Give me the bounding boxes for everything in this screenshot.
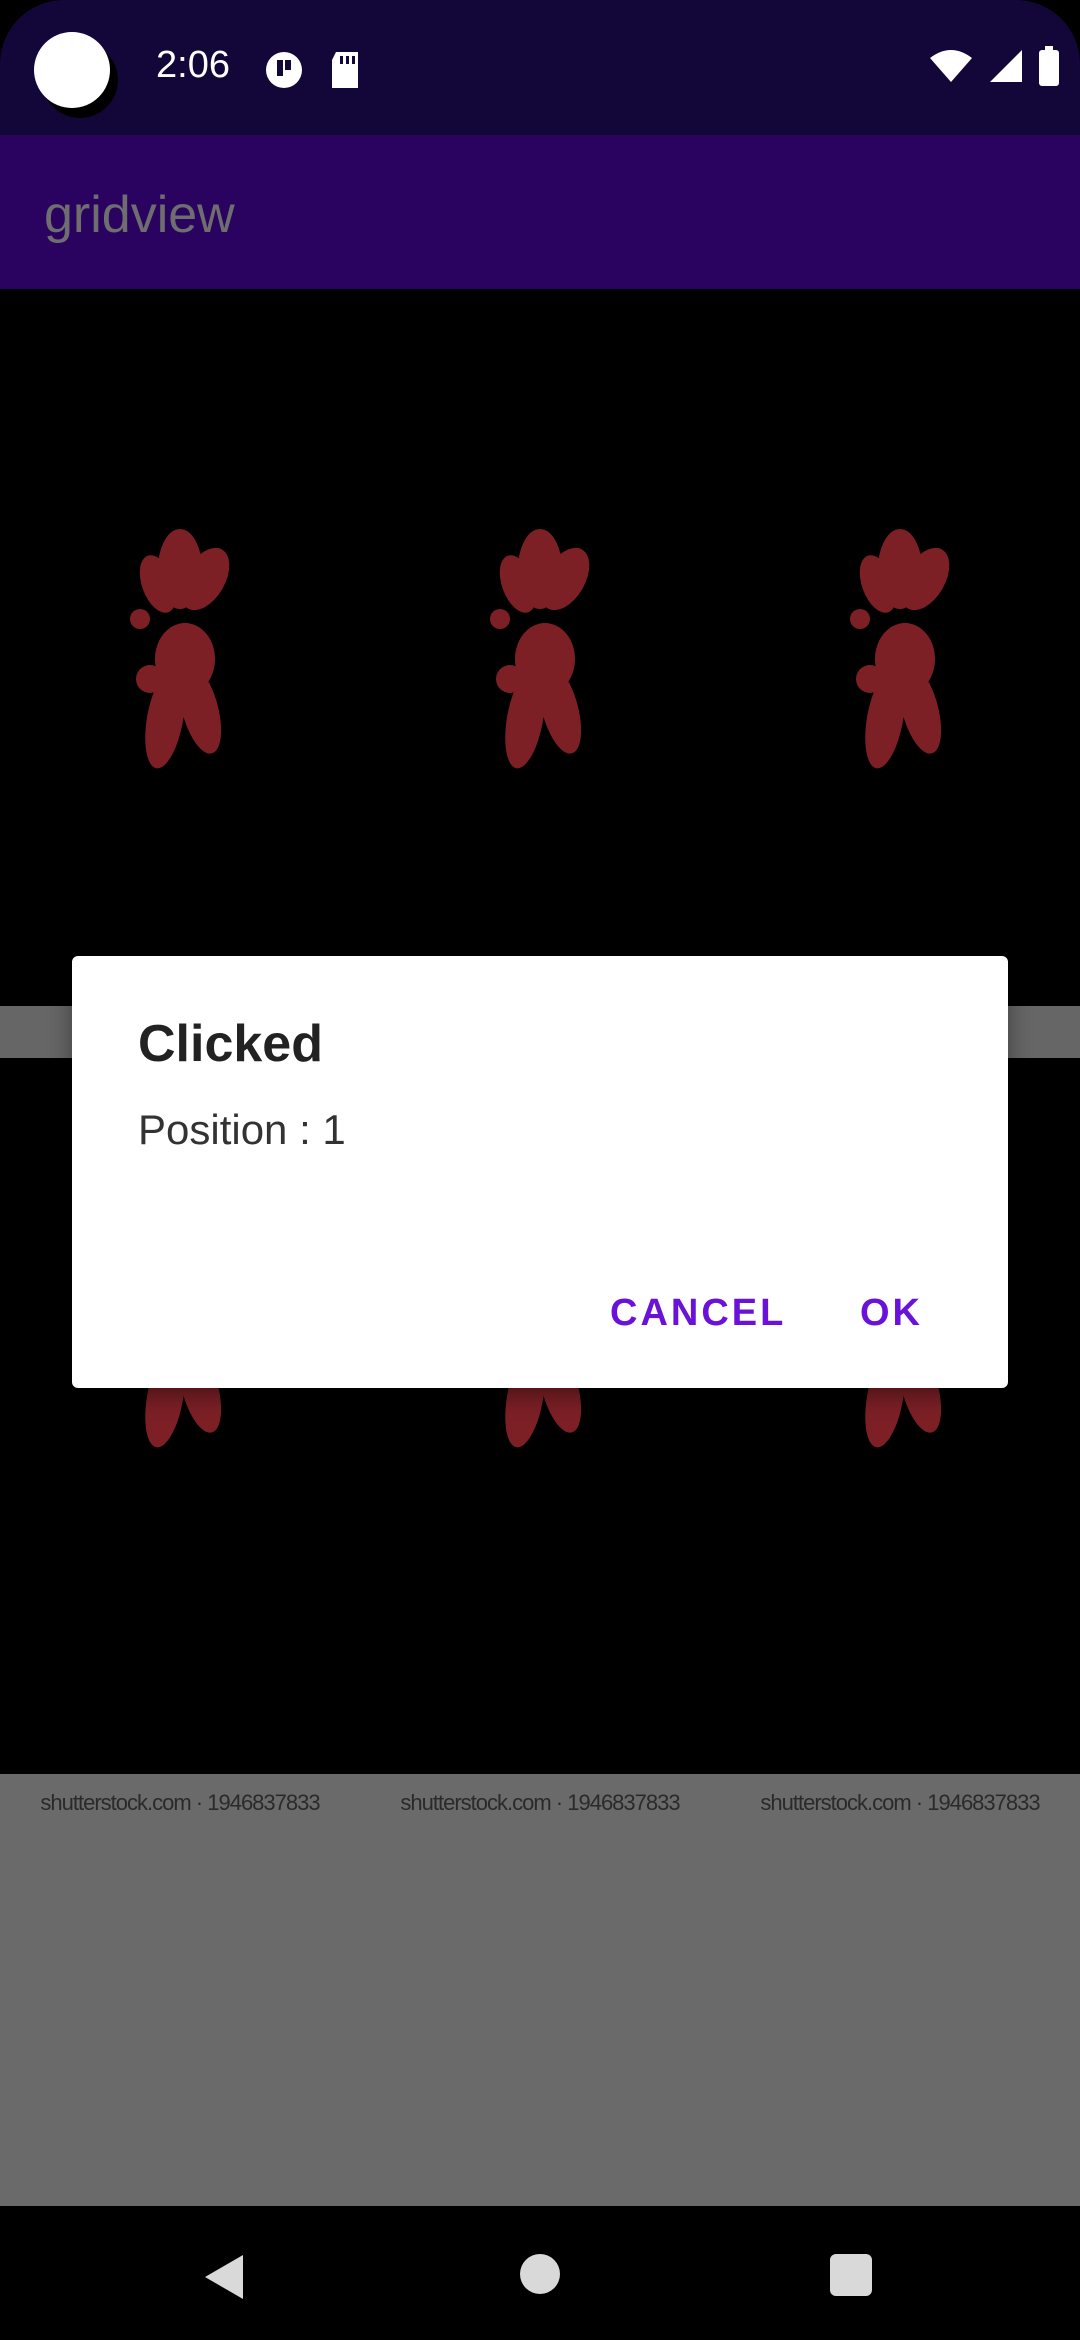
flower-image xyxy=(490,529,590,769)
watermark-text: shutterstock.com · 1946837833 xyxy=(40,1790,320,1815)
home-icon[interactable] xyxy=(520,2254,560,2294)
camera-cutout xyxy=(34,32,110,108)
grid-footer-band xyxy=(0,1774,1080,2206)
grid-item-1[interactable] xyxy=(360,289,720,989)
ok-button[interactable]: OK xyxy=(852,1286,931,1341)
dialog-title: Clicked xyxy=(138,1015,323,1073)
app-title: gridview xyxy=(44,186,235,244)
wifi-icon xyxy=(930,50,972,82)
status-icons-right xyxy=(928,46,1060,86)
sd-card-icon xyxy=(332,52,358,88)
watermark-text: shutterstock.com · 1946837833 xyxy=(400,1790,680,1815)
grid-item-0[interactable] xyxy=(0,289,360,989)
battery-icon xyxy=(1039,46,1059,86)
alert-dialog: Clicked Position : 1 CANCEL OK xyxy=(72,956,1008,1388)
notification-app-icon xyxy=(266,52,302,88)
flower-image xyxy=(850,529,950,769)
status-time: 2:06 xyxy=(156,44,230,86)
back-icon[interactable] xyxy=(205,2255,243,2299)
flower-image xyxy=(130,529,230,769)
watermark-text: shutterstock.com · 1946837833 xyxy=(760,1790,1040,1815)
phone-screen: 2:06 gridview shutterstock.com · 1946837… xyxy=(0,0,1080,2340)
dialog-message: Position : 1 xyxy=(138,1106,346,1153)
grid-item-2[interactable] xyxy=(720,289,1080,989)
navigation-bar xyxy=(0,2207,1080,2340)
cancel-button[interactable]: CANCEL xyxy=(602,1286,794,1341)
cell-signal-icon xyxy=(990,50,1022,82)
status-bar: 2:06 xyxy=(0,0,1080,135)
app-bar: gridview xyxy=(0,135,1080,289)
recents-icon[interactable] xyxy=(830,2254,872,2296)
